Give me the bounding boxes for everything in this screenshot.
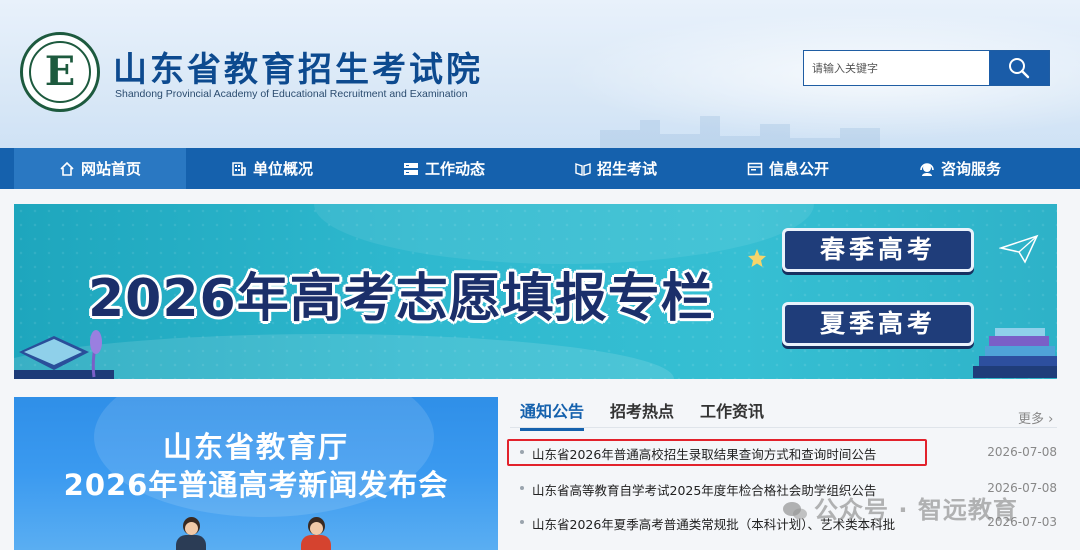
press-title-line2: 2026年普通高考新闻发布会 bbox=[63, 468, 449, 502]
nav-item-exams[interactable]: 招生考试 bbox=[530, 148, 702, 189]
book-icon bbox=[575, 162, 591, 176]
nav-item-news[interactable]: 工作动态 bbox=[358, 148, 530, 189]
speaker-photo bbox=[299, 517, 333, 550]
site-header: E 山东省教育招生考试院 Shandong Provincial Academy… bbox=[0, 0, 1080, 148]
nav-item-disclosure[interactable]: 信息公开 bbox=[702, 148, 874, 189]
search-input[interactable] bbox=[804, 51, 990, 85]
news-date: 2026-07-08 bbox=[987, 445, 1057, 459]
press-title-line1: 山东省教育厅 bbox=[162, 430, 349, 464]
server-icon bbox=[403, 162, 418, 175]
nav-label: 招生考试 bbox=[596, 160, 657, 178]
site-title[interactable]: 山东省教育招生考试院 bbox=[113, 42, 483, 91]
window-icon bbox=[747, 162, 763, 175]
spring-exam-button[interactable]: 春季高考 bbox=[782, 228, 974, 272]
news-title[interactable]: 山东省2026年普通高校招生录取结果查询方式和查询时间公告 bbox=[532, 444, 902, 463]
speaker-photo bbox=[174, 517, 208, 550]
main-nav: 网站首页 单位概况 工作动态 招生考试 信息公开 咨询服务 bbox=[0, 148, 1080, 189]
paper-plane-icon bbox=[999, 234, 1039, 264]
skyline-decoration bbox=[600, 116, 880, 148]
watermark: 公众号 · 智远教育 bbox=[782, 490, 1018, 525]
home-icon bbox=[60, 161, 74, 176]
nav-item-about[interactable]: 单位概况 bbox=[186, 148, 358, 189]
banner-title: 2026年高考志愿填报专栏 bbox=[88, 269, 714, 329]
more-link[interactable]: 更多 › bbox=[1018, 408, 1053, 427]
list-item[interactable]: 山东省2026年普通高校招生录取结果查询方式和查询时间公告 2026-07-08 bbox=[507, 439, 1057, 466]
nav-label: 单位概况 bbox=[252, 160, 313, 178]
volunteer-banner[interactable]: 2026年高考志愿填报专栏 春季高考 夏季高考 bbox=[14, 204, 1057, 379]
search-box bbox=[803, 50, 1050, 86]
press-conference-card[interactable]: 山东省教育厅 2026年普通高考新闻发布会 bbox=[14, 397, 498, 550]
nav-label: 网站首页 bbox=[80, 160, 141, 178]
headset-icon bbox=[920, 162, 934, 176]
star-icon bbox=[748, 249, 766, 267]
summer-exam-button[interactable]: 夏季高考 bbox=[782, 302, 974, 346]
search-button[interactable] bbox=[989, 51, 1049, 85]
nav-label: 咨询服务 bbox=[940, 160, 1001, 178]
site-subtitle: Shandong Provincial Academy of Education… bbox=[115, 88, 468, 100]
nav-item-services[interactable]: 咨询服务 bbox=[874, 148, 1046, 189]
wechat-icon bbox=[783, 502, 807, 520]
nav-item-home[interactable]: 网站首页 bbox=[14, 148, 186, 189]
tab-divider bbox=[510, 427, 1057, 428]
academy-logo[interactable]: E bbox=[20, 32, 100, 112]
nav-label: 工作动态 bbox=[424, 160, 485, 178]
books-illustration bbox=[973, 328, 1057, 378]
building-icon bbox=[232, 161, 246, 176]
search-icon bbox=[1009, 58, 1030, 79]
nav-label: 信息公开 bbox=[768, 160, 829, 178]
